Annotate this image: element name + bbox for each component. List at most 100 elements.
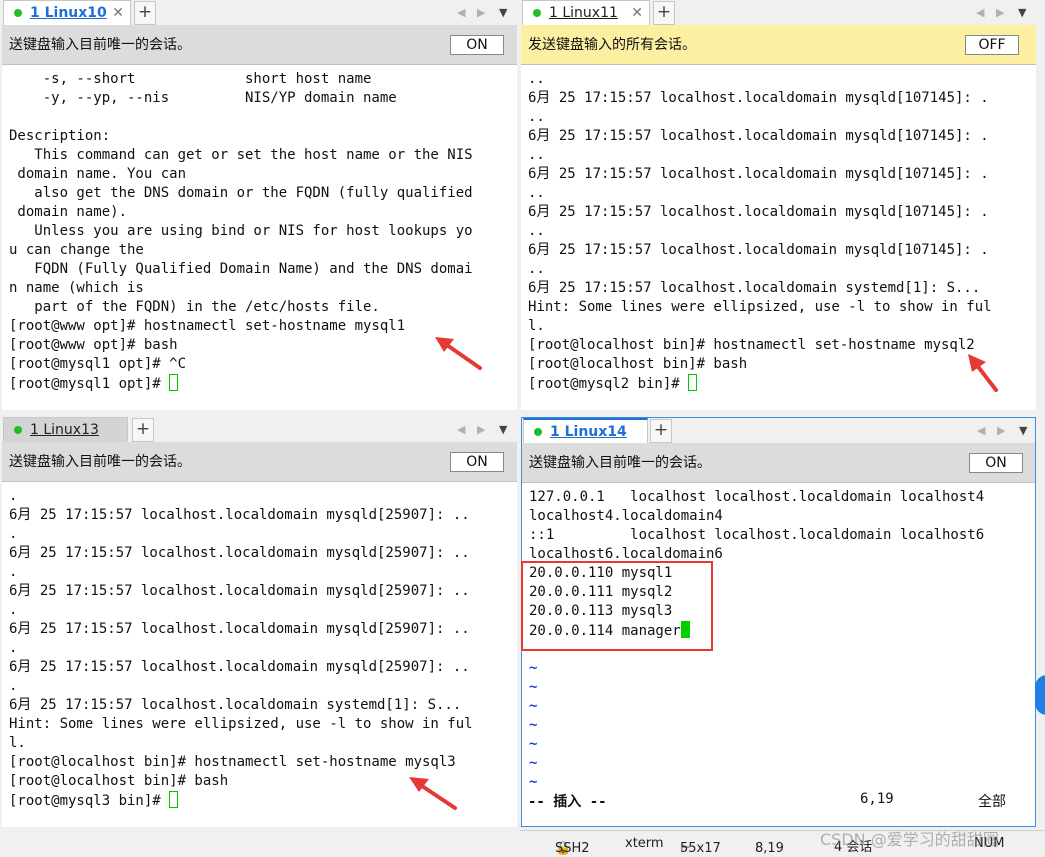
tab-bar: 1 Linux14 + ◀ ▶ ▼ [522,418,1035,443]
tab-bar: 1 Linux10 ✕ + ◀ ▶ ▼ [2,0,517,25]
terminal-line: .. [528,71,545,87]
terminal-output[interactable]: .. 6月 25 17:15:57 localhost.localdomain m… [521,66,1036,410]
prev-tab-icon[interactable]: ◀ [976,6,984,19]
broadcast-bar: 发送键盘输入的所有会话。 OFF [521,25,1036,65]
terminal-line: 6月 25 17:15:57 localhost.localdomain mys… [9,621,470,637]
terminal-line: . [9,640,18,656]
text-cursor [169,374,179,391]
next-tab-icon[interactable]: ▶ [477,423,485,436]
tab-navigation: ◀ ▶ ▼ [977,418,1027,443]
terminal-line: ~ [529,698,538,714]
prev-tab-icon[interactable]: ◀ [977,424,985,437]
terminal-line: 6月 25 17:15:57 localhost.localdomain mys… [9,583,470,599]
tab-linux13[interactable]: 1 Linux13 [3,417,128,442]
tab-menu-icon[interactable]: ▼ [499,423,507,436]
terminal-line: l. [9,735,26,751]
text-cursor [688,374,698,391]
terminal-line: FQDN (Fully Qualified Domain Name) and t… [9,261,473,277]
terminal-line: [root@mysql1 opt]# [9,374,517,393]
terminal-line: 6月 25 17:15:57 localhost.localdomain sys… [9,697,462,713]
connected-dot-icon [14,426,22,434]
terminal-line: Description: [9,128,111,144]
annotation-arrow-icon [435,337,482,370]
broadcast-text: 送键盘输入目前唯一的会话。 [9,454,191,470]
terminal-line: n name (which is [9,280,144,296]
prev-tab-icon[interactable]: ◀ [457,423,465,436]
terminal-line: 127.0.0.1 localhost localhost.localdomai… [529,489,985,505]
broadcast-text: 送键盘输入目前唯一的会话。 [529,455,711,471]
terminal-line: .. [528,147,545,163]
terminal-line: 6月 25 17:15:57 localhost.localdomain sys… [528,280,981,296]
terminal-line: ~ [529,660,538,676]
tab-linux10[interactable]: 1 Linux10 ✕ [3,0,131,25]
terminal-line: part of the FQDN) in the /etc/hosts file… [9,299,380,315]
connected-dot-icon [533,9,541,17]
terminal-line: ~ [529,717,538,733]
terminal-line: domain name. You can [9,166,187,182]
terminal-line: Hint: Some lines were ellipsized, use -l… [528,299,992,315]
terminal-line: .. [528,185,545,201]
close-icon[interactable]: ✕ [631,1,643,25]
broadcast-toggle-button[interactable]: ON [450,35,504,55]
watermark: CSDN @爱学习的甜甜圈 [820,830,999,849]
close-icon[interactable]: ✕ [112,1,124,25]
terminal-line: .. [528,261,545,277]
terminal-line: . [9,678,18,694]
terminal-output[interactable]: 127.0.0.1 localhost localhost.localdomai… [522,484,1035,826]
terminal-line: 6月 25 17:15:57 localhost.localdomain mys… [528,204,989,220]
terminal-line: ~ [529,736,538,752]
prev-tab-icon[interactable]: ◀ [457,6,465,19]
connected-dot-icon [14,9,22,17]
add-tab-button[interactable]: + [134,1,156,25]
text-cursor [169,791,179,808]
add-tab-button[interactable]: + [650,419,672,443]
next-tab-icon[interactable]: ▶ [477,6,485,19]
terminal-line: ~ [529,679,538,695]
broadcast-toggle-button[interactable]: OFF [965,35,1019,55]
terminal-line: . [9,602,18,618]
terminal-line: 6月 25 17:15:57 localhost.localdomain mys… [9,507,470,523]
tab-bar: 1 Linux11 ✕ + ◀ ▶ ▼ [521,0,1036,25]
highlight-box [521,561,713,651]
scroll-button[interactable] [1035,675,1045,715]
terminal-line: ~ [529,755,538,771]
tab-linux11[interactable]: 1 Linux11 ✕ [522,0,650,25]
broadcast-toggle-button[interactable]: ON [969,453,1023,473]
terminal-line: ::1 localhost localhost.localdomain loca… [529,527,985,543]
tab-menu-icon[interactable]: ▼ [1018,6,1026,19]
tab-menu-icon[interactable]: ▼ [499,6,507,19]
terminal-line: 6月 25 17:15:57 localhost.localdomain mys… [528,166,989,182]
tab-navigation: ◀ ▶ ▼ [457,417,507,442]
terminal-line: . [9,564,18,580]
broadcast-bar: 送键盘输入目前唯一的会话。 ON [2,442,517,482]
add-tab-button[interactable]: + [132,418,154,442]
next-tab-icon[interactable]: ▶ [996,6,1004,19]
tab-label: 1 Linux13 [30,422,99,438]
tab-menu-icon[interactable]: ▼ [1019,424,1027,437]
terminal-line: 6月 25 17:15:57 localhost.localdomain mys… [9,659,470,675]
terminal-line: l. [528,318,545,334]
annotation-arrow-icon [968,354,998,392]
terminal-line: 6月 25 17:15:57 localhost.localdomain mys… [528,128,989,144]
terminal-line: [root@localhost bin]# hostnamectl set-ho… [9,754,456,770]
add-tab-button[interactable]: + [653,1,675,25]
terminal-line: 6月 25 17:15:57 localhost.localdomain mys… [528,242,989,258]
terminal-line: . [9,526,18,542]
terminal-line: .. [528,109,545,125]
connected-dot-icon [534,428,542,436]
terminal-line: domain name). [9,204,128,220]
tab-label: 1 Linux14 [550,424,627,440]
terminal-line: ~ [529,774,538,790]
terminal-line: also get the DNS domain or the FQDN (ful… [9,185,473,201]
terminal-line: This command can get or set the host nam… [9,147,473,163]
terminal-line: [root@localhost bin]# hostnamectl set-ho… [528,337,975,353]
terminal-line: . [9,488,18,504]
next-tab-icon[interactable]: ▶ [997,424,1005,437]
vim-position: 6,19 [860,791,894,807]
broadcast-toggle-button[interactable]: ON [450,452,504,472]
broadcast-text: 送键盘输入目前唯一的会话。 [9,37,191,53]
terminal-line: u can change the [9,242,144,258]
terminal-line: Hint: Some lines were ellipsized, use -l… [9,716,473,732]
tab-linux14[interactable]: 1 Linux14 [523,418,648,443]
